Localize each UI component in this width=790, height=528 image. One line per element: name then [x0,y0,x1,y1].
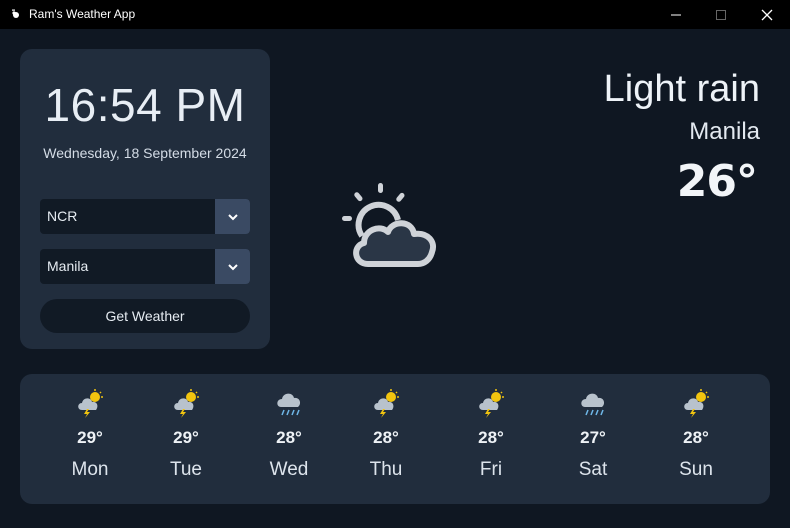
title-bar: Ram's Weather App [0,0,790,29]
thunder-sun-cloud-icon [174,389,199,418]
forecast-day: 29° Tue [146,374,226,504]
get-weather-button[interactable]: Get Weather [40,299,250,333]
forecast-temp: 28° [276,428,302,447]
current-city: Manila [689,118,760,145]
forecast-temp: 28° [373,428,399,447]
minimize-button[interactable] [653,0,699,29]
city-dropdown-button[interactable] [215,249,250,284]
region-select[interactable]: NCR [40,199,250,234]
sun-behind-cloud-icon [342,183,436,267]
city-select[interactable]: Manila [40,249,250,284]
forecast-temp: 27° [580,428,606,447]
thunder-sun-cloud-icon [78,389,103,418]
region-select-value: NCR [47,208,78,224]
chevron-down-icon [227,263,238,270]
thunder-sun-cloud-icon [684,389,709,418]
forecast-panel: 29° Mon 29° Tue 28° Wed 28° Thu 28° Fri … [20,374,770,504]
app-icon [12,9,19,18]
maximize-button[interactable] [698,0,744,29]
weather-condition: Light rain [603,68,760,110]
close-icon [761,9,773,20]
forecast-day-name: Thu [369,459,403,480]
clock-time: 16:54 PM [44,79,246,131]
forecast-temp: 28° [683,428,709,447]
current-temperature: 26° [676,156,758,207]
chevron-down-icon [227,213,238,220]
clock-date: Wednesday, 18 September 2024 [43,145,247,161]
forecast-day: 27° Sat [553,374,633,504]
forecast-day-name: Mon [71,459,109,480]
city-select-value: Manila [47,258,89,274]
window-title: Ram's Weather App [29,7,136,21]
forecast-day-name: Wed [269,459,309,480]
thunder-sun-cloud-icon [479,389,504,418]
maximize-icon [716,9,726,20]
forecast-day-name: Tue [169,459,203,480]
forecast-day-name: Sun [679,459,713,480]
minimize-icon [671,14,681,15]
region-dropdown-button[interactable] [215,199,250,234]
forecast-temp: 28° [478,428,504,447]
forecast-day: 28° Wed [249,374,329,504]
rain-cloud-icon [581,393,605,416]
forecast-day: 28° Sun [656,374,736,504]
thunder-sun-cloud-icon [374,389,399,418]
forecast-day-name: Sat [578,459,608,480]
close-button[interactable] [744,0,790,29]
forecast-day: 28° Thu [346,374,426,504]
forecast-day: 28° Fri [451,374,531,504]
forecast-temp: 29° [173,428,199,447]
rain-cloud-icon [277,393,301,416]
forecast-temp: 29° [77,428,103,447]
forecast-day-name: Fri [479,459,503,480]
forecast-day: 29° Mon [50,374,130,504]
